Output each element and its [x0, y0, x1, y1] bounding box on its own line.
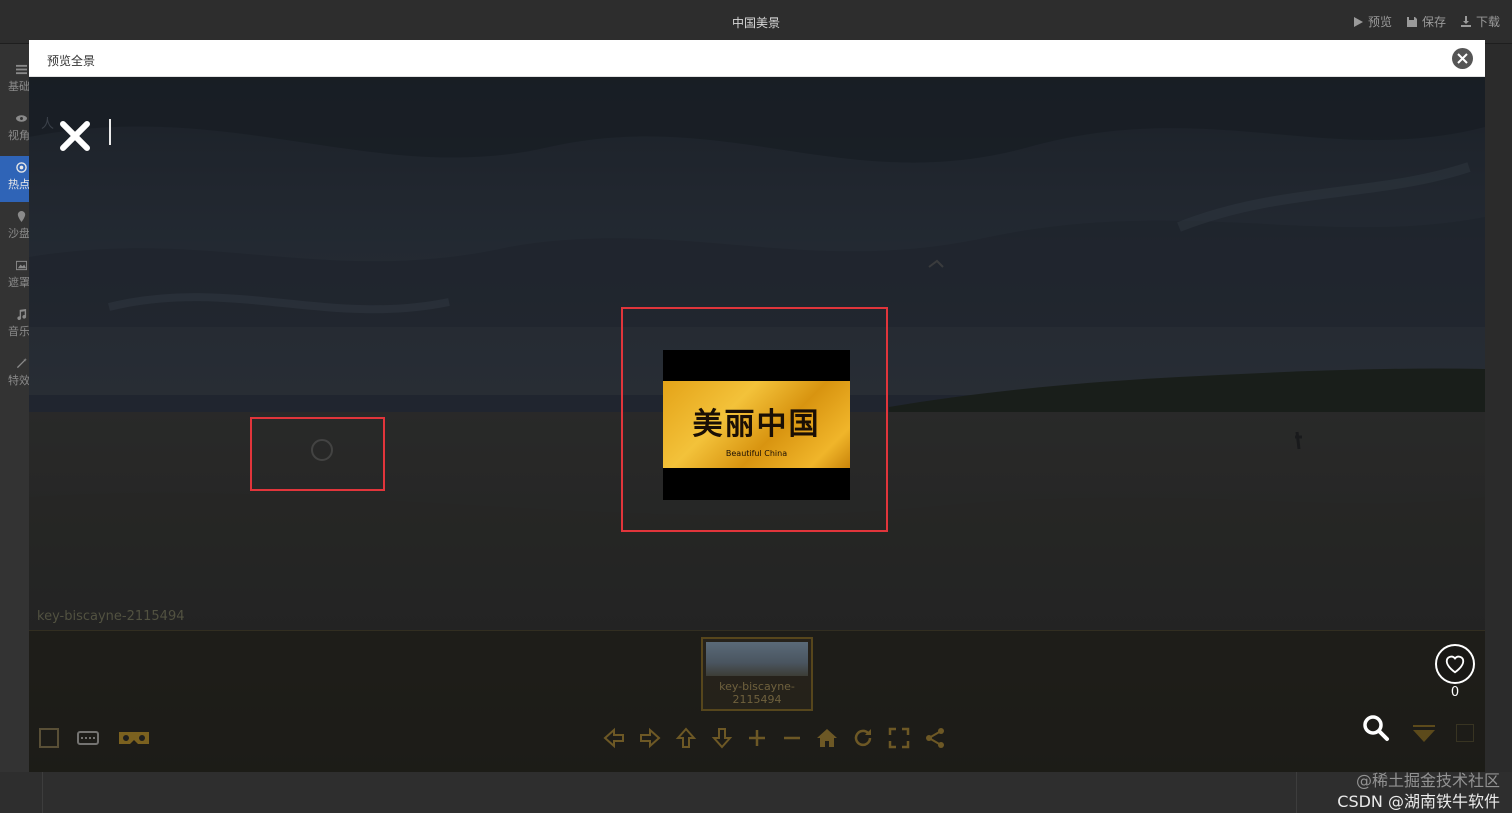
sidebar-item-music[interactable]: 音乐	[0, 303, 30, 349]
divider	[1296, 772, 1297, 813]
top-actions: 预览 保存 下载	[1352, 13, 1500, 30]
collapse-line	[1413, 725, 1435, 727]
banner-subtitle: Beautiful China	[725, 449, 788, 458]
bottom-strip	[0, 772, 1512, 813]
save-label: 保存	[1421, 15, 1446, 29]
arrow-right-icon[interactable]	[638, 726, 662, 750]
download-icon	[1460, 15, 1471, 27]
modal-title: 预览全景	[47, 54, 96, 68]
save-icon	[1406, 16, 1417, 27]
map-pin-icon	[17, 211, 26, 222]
sidebar-item-label: 视角	[8, 129, 30, 142]
sidebar: 基础 视角 热点 沙盘 遮罩 音乐 特效	[0, 44, 30, 813]
like-count: 0	[1450, 685, 1460, 700]
panorama-viewport[interactable]: 人 美丽中国 Beautiful China key-biscayne-2115…	[29, 77, 1485, 772]
home-icon[interactable]	[815, 726, 839, 750]
top-bar: 中国美景 预览 保存 下载	[0, 0, 1512, 44]
sidebar-item-label: 遮罩	[8, 276, 30, 289]
like-button[interactable]	[1435, 644, 1475, 684]
zoom-in-icon[interactable]	[745, 726, 769, 750]
save-button[interactable]: 保存	[1406, 13, 1446, 30]
close-circle-icon	[1457, 53, 1468, 64]
sidebar-item-view[interactable]: 视角	[0, 107, 30, 153]
fullscreen-icon[interactable]	[887, 726, 911, 750]
share-icon[interactable]	[923, 726, 947, 750]
banner-gold-plate: 美丽中国 Beautiful China	[663, 381, 850, 468]
text-caret	[109, 119, 111, 145]
image-icon	[16, 260, 27, 271]
refresh-icon[interactable]	[851, 726, 875, 750]
play-icon	[1353, 16, 1363, 27]
divider	[42, 772, 43, 813]
sidebar-item-sandbox[interactable]: 沙盘	[0, 205, 30, 251]
zoom-out-icon[interactable]	[780, 726, 804, 750]
search-icon[interactable]	[1362, 714, 1390, 742]
preview-button[interactable]: 预览	[1352, 13, 1392, 30]
sidebar-item-label: 音乐	[8, 325, 30, 338]
arrow-down-icon[interactable]	[710, 726, 734, 750]
sidebar-item-label: 特效	[8, 374, 30, 387]
arrow-left-icon[interactable]	[602, 726, 626, 750]
heart-icon	[1445, 655, 1465, 674]
sidebar-item-basic[interactable]: 基础	[0, 58, 30, 104]
faint-label: 人	[41, 117, 55, 132]
thumbnail-caption: key-biscayne- 2115494	[719, 680, 795, 706]
sidebar-item-hotspot[interactable]: 热点	[0, 156, 30, 202]
collapse-triangle-icon[interactable]	[1413, 730, 1435, 742]
scene-name-label: key-biscayne-2115494	[37, 609, 185, 624]
sidebar-item-mask[interactable]: 遮罩	[0, 254, 30, 300]
sidebar-item-label: 热点	[8, 178, 30, 191]
square-icon[interactable]	[1456, 724, 1474, 742]
watermark-line-2: CSDN @湖南铁牛软件	[1337, 792, 1500, 811]
keyboard-icon[interactable]	[76, 726, 100, 750]
vr-goggles-icon[interactable]	[117, 726, 151, 750]
hotspot-banner-image[interactable]: 美丽中国 Beautiful China	[663, 350, 850, 500]
target-icon	[16, 162, 27, 173]
app-root: { "window": { "title": "中国美景", "actions"…	[0, 0, 1512, 813]
sidebar-item-effects[interactable]: 特效	[0, 352, 30, 398]
list-icon	[16, 64, 27, 75]
banner-title: 美丽中国	[692, 407, 821, 442]
arrow-up-icon[interactable]	[674, 726, 698, 750]
eye-icon	[16, 115, 27, 122]
cube-icon[interactable]	[37, 726, 61, 750]
window-title: 中国美景	[731, 16, 780, 30]
modal-close-button[interactable]	[1452, 48, 1473, 69]
close-preview-icon[interactable]	[58, 119, 92, 153]
scene-thumbnail[interactable]: key-biscayne- 2115494	[701, 637, 813, 711]
download-button[interactable]: 下载	[1460, 13, 1500, 30]
preview-label: 预览	[1367, 15, 1392, 29]
preview-modal: 预览全景 人 美丽中国 Beautiful China key-biscayne…	[29, 40, 1485, 772]
sidebar-item-label: 沙盘	[8, 227, 30, 240]
download-label: 下载	[1475, 15, 1500, 29]
modal-header: 预览全景	[29, 40, 1485, 77]
hotspot-search-icon[interactable]	[311, 439, 333, 461]
sidebar-item-label: 基础	[8, 80, 30, 93]
magic-wand-icon	[16, 358, 27, 369]
thumbnail-image	[706, 642, 808, 676]
music-icon	[17, 309, 27, 321]
